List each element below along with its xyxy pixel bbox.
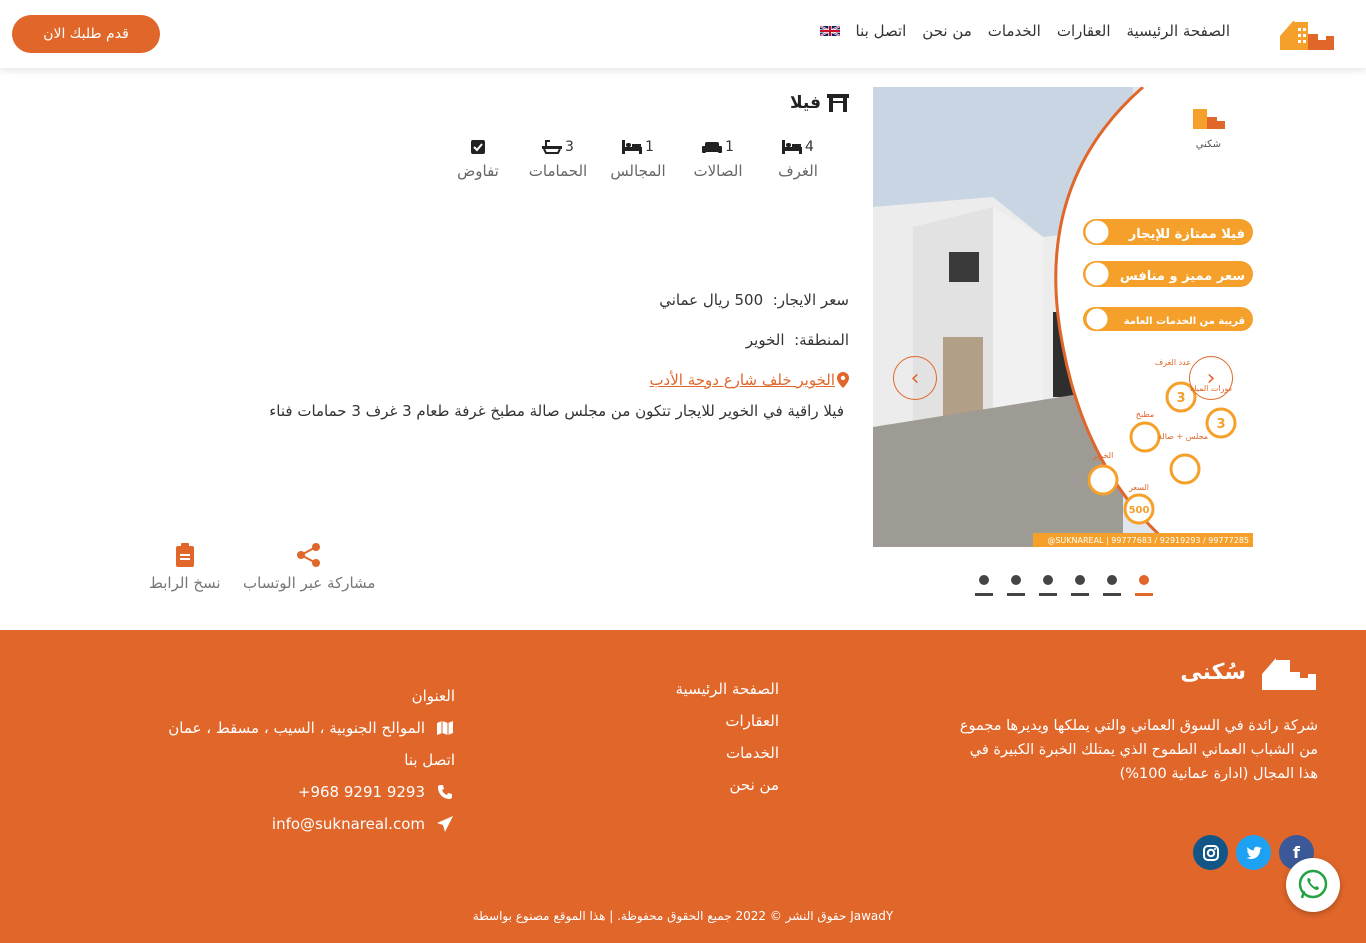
- nav-services[interactable]: الخدمات: [988, 22, 1041, 40]
- email-row[interactable]: info@suknareal.com: [168, 808, 455, 840]
- main-nav: الصفحة الرئيسية العقارات الخدمات من نحن …: [802, 22, 1230, 40]
- submit-request-button[interactable]: قدم طلبك الان: [12, 15, 160, 53]
- svg-text:3: 3: [1176, 391, 1185, 406]
- phone-row[interactable]: +968 9291 9293: [168, 776, 455, 808]
- stat-majlis: 1 المجالس: [610, 139, 666, 180]
- whatsapp-float-button[interactable]: [1286, 858, 1340, 912]
- property-type-label: فيلا: [790, 93, 821, 113]
- bed-icon: [622, 140, 643, 154]
- sofa-icon: [702, 142, 723, 153]
- checkbox-icon: [471, 140, 485, 154]
- share-whatsapp-button[interactable]: مشاركة عبر الوتساب: [243, 542, 375, 592]
- site-logo[interactable]: [1278, 12, 1336, 54]
- stat-halls: 1 الصالات: [693, 139, 743, 180]
- slider-dot[interactable]: [975, 575, 993, 596]
- address-row: الموالح الجنوبية ، السيب ، مسقط ، عمان: [168, 712, 455, 744]
- footer-link-about[interactable]: من نحن: [676, 776, 780, 808]
- stat-rooms: 4 الغرف: [778, 139, 818, 180]
- chevron-right-icon: ›: [1206, 365, 1216, 391]
- slider-indicators: [975, 575, 1153, 596]
- nav-about[interactable]: من نحن: [922, 22, 972, 40]
- nav-contact[interactable]: اتصل بنا: [856, 22, 907, 40]
- whatsapp-icon: [1298, 869, 1328, 899]
- footer-logo: [1262, 658, 1316, 690]
- footer-link-home[interactable]: الصفحة الرئيسية: [676, 680, 780, 712]
- property-image-slider[interactable]: شكني فيلا ممتازة للإيجار سعر مميز و مناف…: [873, 87, 1253, 547]
- address-title: العنوان: [411, 687, 455, 705]
- uk-flag-icon[interactable]: [819, 24, 840, 38]
- footer-link-properties[interactable]: العقارات: [676, 712, 779, 744]
- footer-contact: العنوان الموالح الجنوبية ، السيب ، مسقط …: [168, 680, 455, 840]
- phone-icon: [435, 784, 455, 800]
- rent-row: سعر الايجار: 500 ريال عماني: [659, 291, 849, 309]
- gate-icon: [827, 94, 849, 112]
- slider-next-button[interactable]: ›: [1189, 356, 1233, 400]
- slider-prev-button[interactable]: ‹: [893, 356, 937, 400]
- copyright: حقوق النشر © 2022 جميع الحقوق محفوظة. | …: [472, 909, 894, 923]
- slider-dot[interactable]: [1039, 575, 1057, 596]
- footer-brand: سُكنى شركة رائدة في السوق العماني والتي …: [958, 652, 1318, 786]
- map-pin-icon: [837, 372, 849, 388]
- share-icon: [297, 543, 321, 567]
- nav-properties[interactable]: العقارات: [1057, 22, 1111, 40]
- site-header: قدم طلبك الان الصفحة الرئيسية العقارات ا…: [0, 0, 1366, 68]
- nav-home[interactable]: الصفحة الرئيسية: [1127, 22, 1231, 40]
- svg-text:فيلا ممتازة للإيجار: فيلا ممتازة للإيجار: [1128, 227, 1245, 242]
- chevron-left-icon: ‹: [910, 365, 920, 391]
- slider-dot-active[interactable]: [1135, 575, 1153, 596]
- svg-text:@SUKNAREAL | 99777683 / 929192: @SUKNAREAL | 99777683 / 92919293 / 99777…: [1047, 536, 1249, 545]
- twitter-icon[interactable]: [1236, 835, 1271, 870]
- footer-about: شركة رائدة في السوق العماني والتي يملكها…: [959, 718, 1318, 782]
- footer-link-services[interactable]: الخدمات: [676, 744, 779, 776]
- bath-icon: [542, 140, 563, 154]
- clipboard-icon: [175, 543, 194, 567]
- area-row: المنطقة: الخوير: [745, 331, 849, 349]
- svg-text:مجلس + صالة: مجلس + صالة: [1158, 432, 1208, 441]
- property-photo: شكني فيلا ممتازة للإيجار سعر مميز و مناف…: [873, 87, 1253, 547]
- site-footer: سُكنى شركة رائدة في السوق العماني والتي …: [0, 630, 1366, 943]
- location-link[interactable]: الخوير خلف شارع دوحة الأدب: [649, 371, 849, 389]
- svg-text:قريبة من الخدمات العامة: قريبة من الخدمات العامة: [1124, 316, 1245, 327]
- bed-icon: [782, 140, 803, 154]
- slider-dot[interactable]: [1103, 575, 1121, 596]
- stat-negotiable: تفاوض: [438, 136, 518, 180]
- svg-text:مطبخ: مطبخ: [1136, 410, 1154, 419]
- slider-dot[interactable]: [1007, 575, 1025, 596]
- property-stats: 4 الغرف 1 الصالات 1 المجالس 3 الحمامات ت…: [438, 136, 838, 180]
- contact-title: اتصل بنا: [404, 751, 455, 769]
- footer-brand-name: سُكنى: [1180, 659, 1246, 685]
- svg-text:شكني: شكني: [1196, 139, 1221, 150]
- svg-text:سعر مميز و منافس: سعر مميز و منافس: [1120, 269, 1245, 284]
- svg-text:الخوير: الخوير: [1092, 451, 1114, 460]
- copy-link-button[interactable]: نسخ الرابط: [149, 542, 221, 592]
- map-icon: [435, 721, 455, 735]
- footer-links: الصفحة الرئيسية العقارات الخدمات من نحن: [676, 680, 780, 808]
- instagram-icon[interactable]: [1193, 835, 1228, 870]
- svg-text:عدد الغرف: عدد الغرف: [1155, 358, 1191, 367]
- slider-dot[interactable]: [1071, 575, 1089, 596]
- send-icon: [435, 816, 455, 832]
- svg-text:500: 500: [1129, 505, 1150, 516]
- stat-bathrooms: 3 الحمامات: [528, 139, 588, 180]
- property-type: فيلا: [790, 93, 849, 113]
- svg-text:3: 3: [1216, 417, 1225, 432]
- svg-text:السعر: السعر: [1128, 483, 1149, 492]
- property-description: فيلا راقية في الخوير للايجار تتكون من مج…: [269, 402, 844, 420]
